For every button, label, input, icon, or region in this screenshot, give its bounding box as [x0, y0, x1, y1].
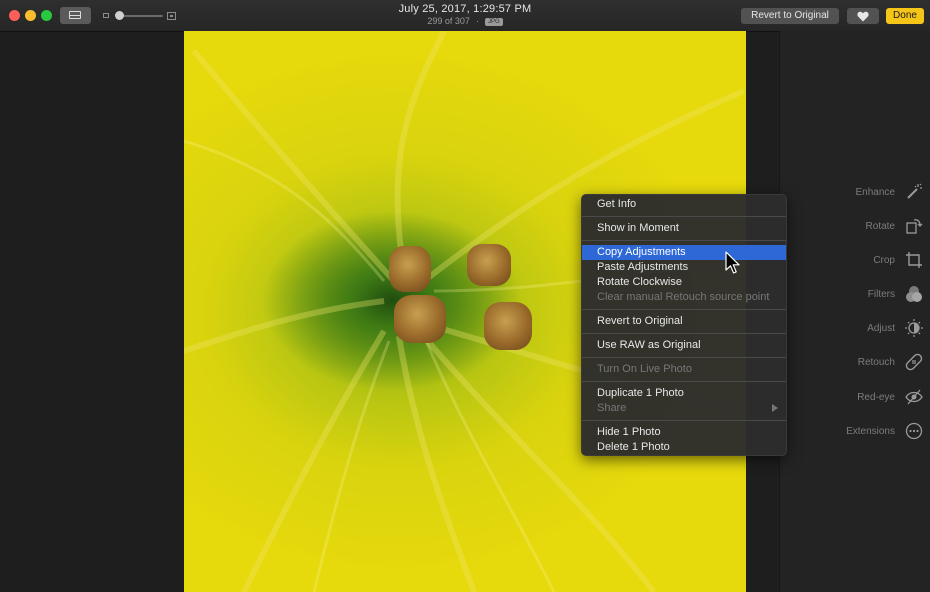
- tool-adjust[interactable]: Adjust: [867, 318, 923, 338]
- stamen: [389, 246, 431, 292]
- tool-filters[interactable]: Filters: [868, 284, 923, 304]
- tool-label: Rotate: [865, 220, 895, 232]
- bandage-icon: [905, 353, 923, 371]
- adjust-icon: [905, 319, 923, 337]
- tool-label: Extensions: [846, 425, 895, 437]
- edit-tools-panel: Enhance Rotate Crop Filters Adjust Retou…: [779, 31, 930, 592]
- menu-separator: [582, 420, 786, 421]
- tool-label: Filters: [867, 288, 895, 300]
- menu-separator: [582, 240, 786, 241]
- red-eye-icon: [905, 389, 923, 405]
- stamen: [467, 244, 511, 286]
- menu-item-share-label: Share: [597, 402, 627, 414]
- filters-icon: [906, 286, 922, 302]
- menu-item-show-in-moment[interactable]: Show in Moment: [582, 221, 786, 236]
- menu-item-hide-photo[interactable]: Hide 1 Photo: [582, 425, 786, 440]
- tool-rotate[interactable]: Rotate: [866, 216, 923, 236]
- tool-red-eye[interactable]: Red-eye: [857, 387, 923, 407]
- menu-item-duplicate-photo[interactable]: Duplicate 1 Photo: [582, 386, 786, 401]
- menu-separator: [582, 216, 786, 217]
- menu-item-clear-retouch-source: Clear manual Retouch source point: [597, 291, 770, 303]
- tool-label: Adjust: [867, 322, 895, 334]
- title-bar: July 25, 2017, 1:29:57 PM 299 of 307 · JPG…: [0, 0, 930, 32]
- magic-wand-icon: [907, 183, 922, 199]
- tool-label: Crop: [873, 254, 895, 266]
- tool-label: Enhance: [855, 186, 895, 198]
- tool-retouch[interactable]: Retouch: [858, 352, 923, 372]
- mouse-pointer-icon: [725, 251, 740, 274]
- menu-item-use-raw-as-original[interactable]: Use RAW as Original: [582, 338, 786, 353]
- menu-item-turn-on-live-photo: Turn On Live Photo: [597, 363, 692, 375]
- menu-separator: [582, 357, 786, 358]
- rotate-icon: [906, 219, 923, 234]
- done-button[interactable]: Done: [886, 8, 924, 24]
- tool-label: Red-eye: [857, 391, 895, 403]
- tool-crop[interactable]: Crop: [873, 250, 923, 270]
- menu-item-get-info[interactable]: Get Info: [582, 197, 786, 212]
- revert-to-original-button[interactable]: Revert to Original: [741, 8, 839, 24]
- stamen: [394, 295, 446, 343]
- menu-item-paste-adjustments[interactable]: Paste Adjustments: [582, 260, 786, 275]
- menu-separator: [582, 381, 786, 382]
- tool-enhance[interactable]: Enhance: [856, 182, 923, 202]
- menu-item-rotate-clockwise[interactable]: Rotate Clockwise: [582, 275, 786, 290]
- tool-extensions[interactable]: Extensions: [846, 421, 923, 441]
- format-badge: JPG: [484, 18, 503, 26]
- heart-icon: [857, 11, 869, 22]
- submenu-arrow-icon: [772, 404, 778, 412]
- menu-item-revert-to-original[interactable]: Revert to Original: [582, 314, 786, 329]
- tool-label: Retouch: [857, 356, 895, 368]
- menu-item-delete-photo[interactable]: Delete 1 Photo: [582, 440, 786, 455]
- menu-separator: [582, 309, 786, 310]
- photo-counter: 299 of 307: [427, 16, 470, 26]
- stamen: [484, 302, 532, 350]
- crop-icon: [906, 252, 922, 268]
- menu-item-share: Share: [582, 401, 786, 416]
- context-menu: Get Info Show in Moment Copy Adjustments…: [581, 194, 787, 456]
- menu-separator: [582, 333, 786, 334]
- more-icon: [905, 422, 923, 440]
- favorite-button[interactable]: [847, 8, 879, 24]
- title-separator: ·: [475, 16, 479, 26]
- menu-item-copy-adjustments[interactable]: Copy Adjustments: [582, 245, 786, 260]
